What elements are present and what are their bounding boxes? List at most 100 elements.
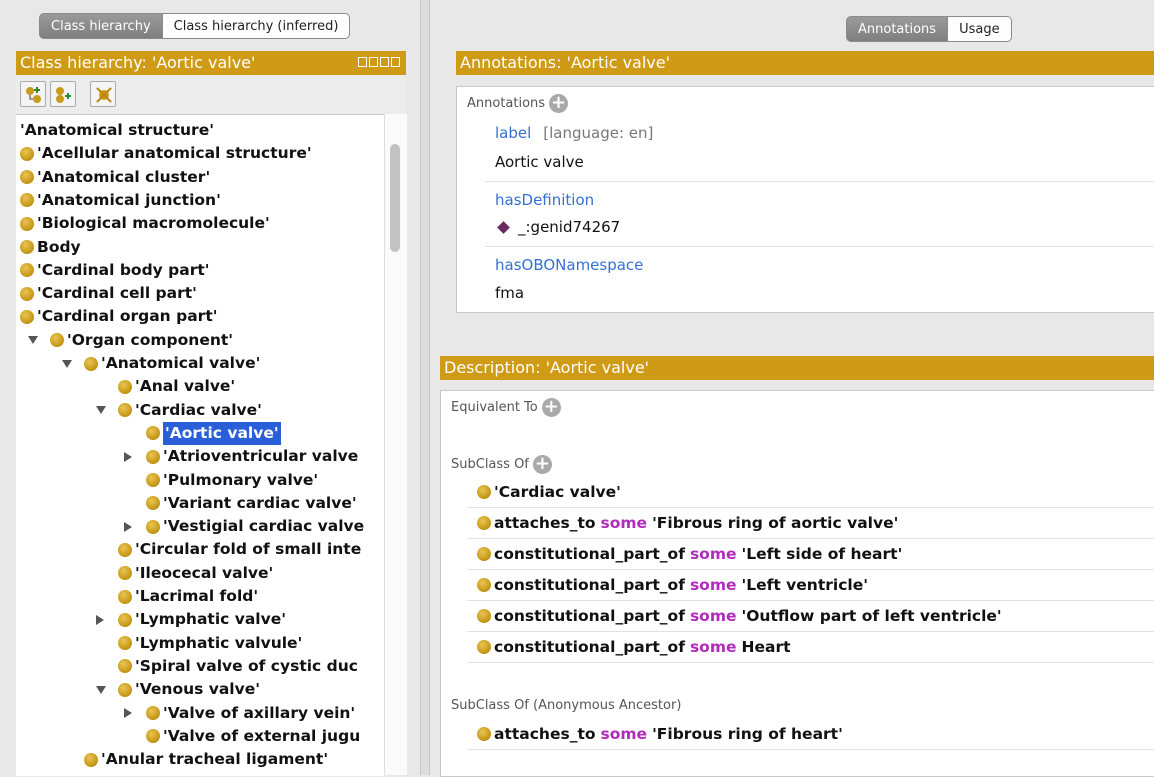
tree-node-label: 'Atrioventricular valve [163,447,359,466]
tree-node[interactable]: 'Vestigial cardiac valve [124,515,364,538]
view-pin-icon[interactable] [358,57,367,67]
class-bullet-icon [20,170,34,185]
tree-node-label: 'Anatomical cluster' [37,167,211,186]
tree-node[interactable]: 'Cardinal organ part' [20,305,217,328]
annotation-property-label[interactable]: label [language: en] [495,124,653,142]
class-bullet-icon [20,263,34,278]
tree-node[interactable]: 'Anatomical junction' [20,189,221,212]
add-superclass-icon[interactable]: + [532,455,552,474]
tree-node[interactable]: 'Ileocecal valve' [118,562,273,585]
class-bullet-icon [20,286,34,301]
view-split-icon[interactable] [369,57,378,67]
view-close-icon[interactable] [391,57,400,67]
expanded-triangle-icon[interactable] [96,406,106,415]
collapsed-triangle-icon[interactable] [124,521,132,532]
description-panel: Equivalent To + SubClass Of + 'Cardiac v… [440,390,1154,777]
hierarchy-toolbar [16,76,406,114]
class-bullet-icon [20,193,34,208]
add-equivalent-icon[interactable]: + [541,398,561,417]
tree-node-label: 'Spiral valve of cystic duc [135,656,358,675]
annotation-property-hasobonamespace[interactable]: hasOBONamespace [495,256,643,274]
class-bullet-icon [20,216,34,231]
tree-node[interactable]: 'Spiral valve of cystic duc [118,655,358,678]
subclass-axiom[interactable]: constitutional_part_of some 'Outflow part … [477,605,1002,627]
tree-node-label: 'Anatomical valve' [101,354,261,372]
tree-node[interactable]: 'Cardinal cell part' [20,282,197,305]
axiom-target: 'Left ventricle' [741,576,868,594]
annotation-value-hasdefinition[interactable]: _:genid74267 [495,218,620,236]
tree-node[interactable]: 'Anatomical structure' [20,119,214,142]
annotation-value-text: _:genid74267 [518,218,621,236]
axiom-keyword: some [689,576,737,594]
tab-class-hierarchy[interactable]: Class hierarchy [39,13,163,39]
tree-node-label: 'Organ component' [67,330,234,349]
delete-class-button[interactable] [90,81,116,107]
tab-usage[interactable]: Usage [948,16,1012,42]
class-bullet-icon [118,542,132,557]
tree-node[interactable]: Body [20,236,81,259]
tree-node[interactable]: 'Acellular anatomical structure' [20,142,312,165]
annotations-title: Annotations: 'Aortic valve' [460,53,671,72]
pane-splitter[interactable] [420,0,430,775]
tree-node[interactable]: 'Anal valve' [118,375,235,398]
annotation-property-hasdefinition[interactable]: hasDefinition [495,191,594,209]
axiom-target: Heart [741,638,791,656]
view-maximize-icon[interactable] [380,57,389,67]
subclass-axiom[interactable]: 'Cardiac valve' [477,481,621,503]
tree-node[interactable]: 'Venous valve' [96,678,260,701]
tree-node[interactable]: 'Anular tracheal ligament' [84,748,328,771]
tree-node[interactable]: 'Cardiac valve' [96,399,262,422]
tree-scrollbar[interactable] [384,114,407,775]
tree-node[interactable]: 'Aortic valve' [146,421,281,445]
subclass-axiom[interactable]: constitutional_part_of some 'Left side of … [477,543,902,565]
tree-node[interactable]: 'Lymphatic valvule' [118,632,302,655]
tab-class-hierarchy-inferred[interactable]: Class hierarchy (inferred) [162,13,351,39]
tree-node[interactable]: 'Anatomical valve' [62,352,260,375]
add-annotation-icon[interactable]: + [549,94,569,113]
axiom-property: attaches_to [494,514,596,532]
axiom-property: constitutional_part_of [494,545,685,563]
tree-node[interactable]: 'Valve of axillary vein' [124,702,355,725]
expanded-triangle-icon[interactable] [96,685,106,694]
tree-node[interactable]: 'Biological macromolecule' [20,212,270,235]
tree-node[interactable]: 'Circular fold of small inte [118,538,361,561]
collapsed-triangle-icon[interactable] [124,708,132,718]
tree-node-label: 'Lacrimal fold' [135,587,259,605]
tree-node-label: 'Aortic valve' [163,421,281,445]
tree-node-label: 'Cardinal body part' [37,260,210,279]
tree-node-label: Body [37,237,81,256]
class-bullet-icon [84,752,98,767]
subclass-axiom[interactable]: constitutional_part_of some Heart [477,636,791,658]
tree-scrollbar-thumb[interactable] [390,144,400,252]
tree-node[interactable]: 'Anatomical cluster' [20,166,210,189]
class-hierarchy-header: Class hierarchy: 'Aortic valve' [16,51,406,75]
class-bullet-icon [146,426,160,441]
tree-node[interactable]: 'Pulmonary valve' [146,469,318,492]
expanded-triangle-icon[interactable] [62,359,72,368]
tree-node[interactable]: 'Atrioventricular valve [124,445,358,468]
add-sibling-button[interactable] [50,81,76,107]
view-controls [358,57,400,67]
collapsed-triangle-icon[interactable] [124,451,132,462]
tree-node[interactable]: 'Valve of external jugu [146,725,360,748]
tree-node[interactable]: 'Lacrimal fold' [118,585,258,608]
subclass-axiom[interactable]: attaches_to some 'Fibrous ring of aortic v… [477,512,898,534]
tree-node-label: 'Acellular anatomical structure' [37,144,312,163]
equivalent-to-label: Equivalent To [451,400,538,415]
class-bullet-icon [146,729,160,744]
tab-annotations[interactable]: Annotations [846,16,949,42]
axiom-keyword: some [689,638,737,656]
axiom-divider [467,749,1154,750]
collapsed-triangle-icon[interactable] [96,614,104,625]
tree-node[interactable]: 'Lymphatic valve' [96,608,286,631]
tree-node[interactable]: 'Cardinal body part' [20,259,210,282]
subclass-axiom[interactable]: constitutional_part_of some 'Left ventricl… [477,574,868,596]
subclass-axiom[interactable]: attaches_to some 'Fibrous ring of heart' [477,723,843,745]
add-subclass-button[interactable] [20,81,46,107]
expanded-triangle-icon[interactable] [28,336,38,345]
class-bullet-icon [118,403,132,418]
tree-node[interactable]: 'Organ component' [28,329,233,352]
tree-node[interactable]: 'Variant cardiac valve' [146,492,357,515]
axiom-keyword: some [689,545,737,563]
annotation-language: [language: en] [543,124,654,142]
